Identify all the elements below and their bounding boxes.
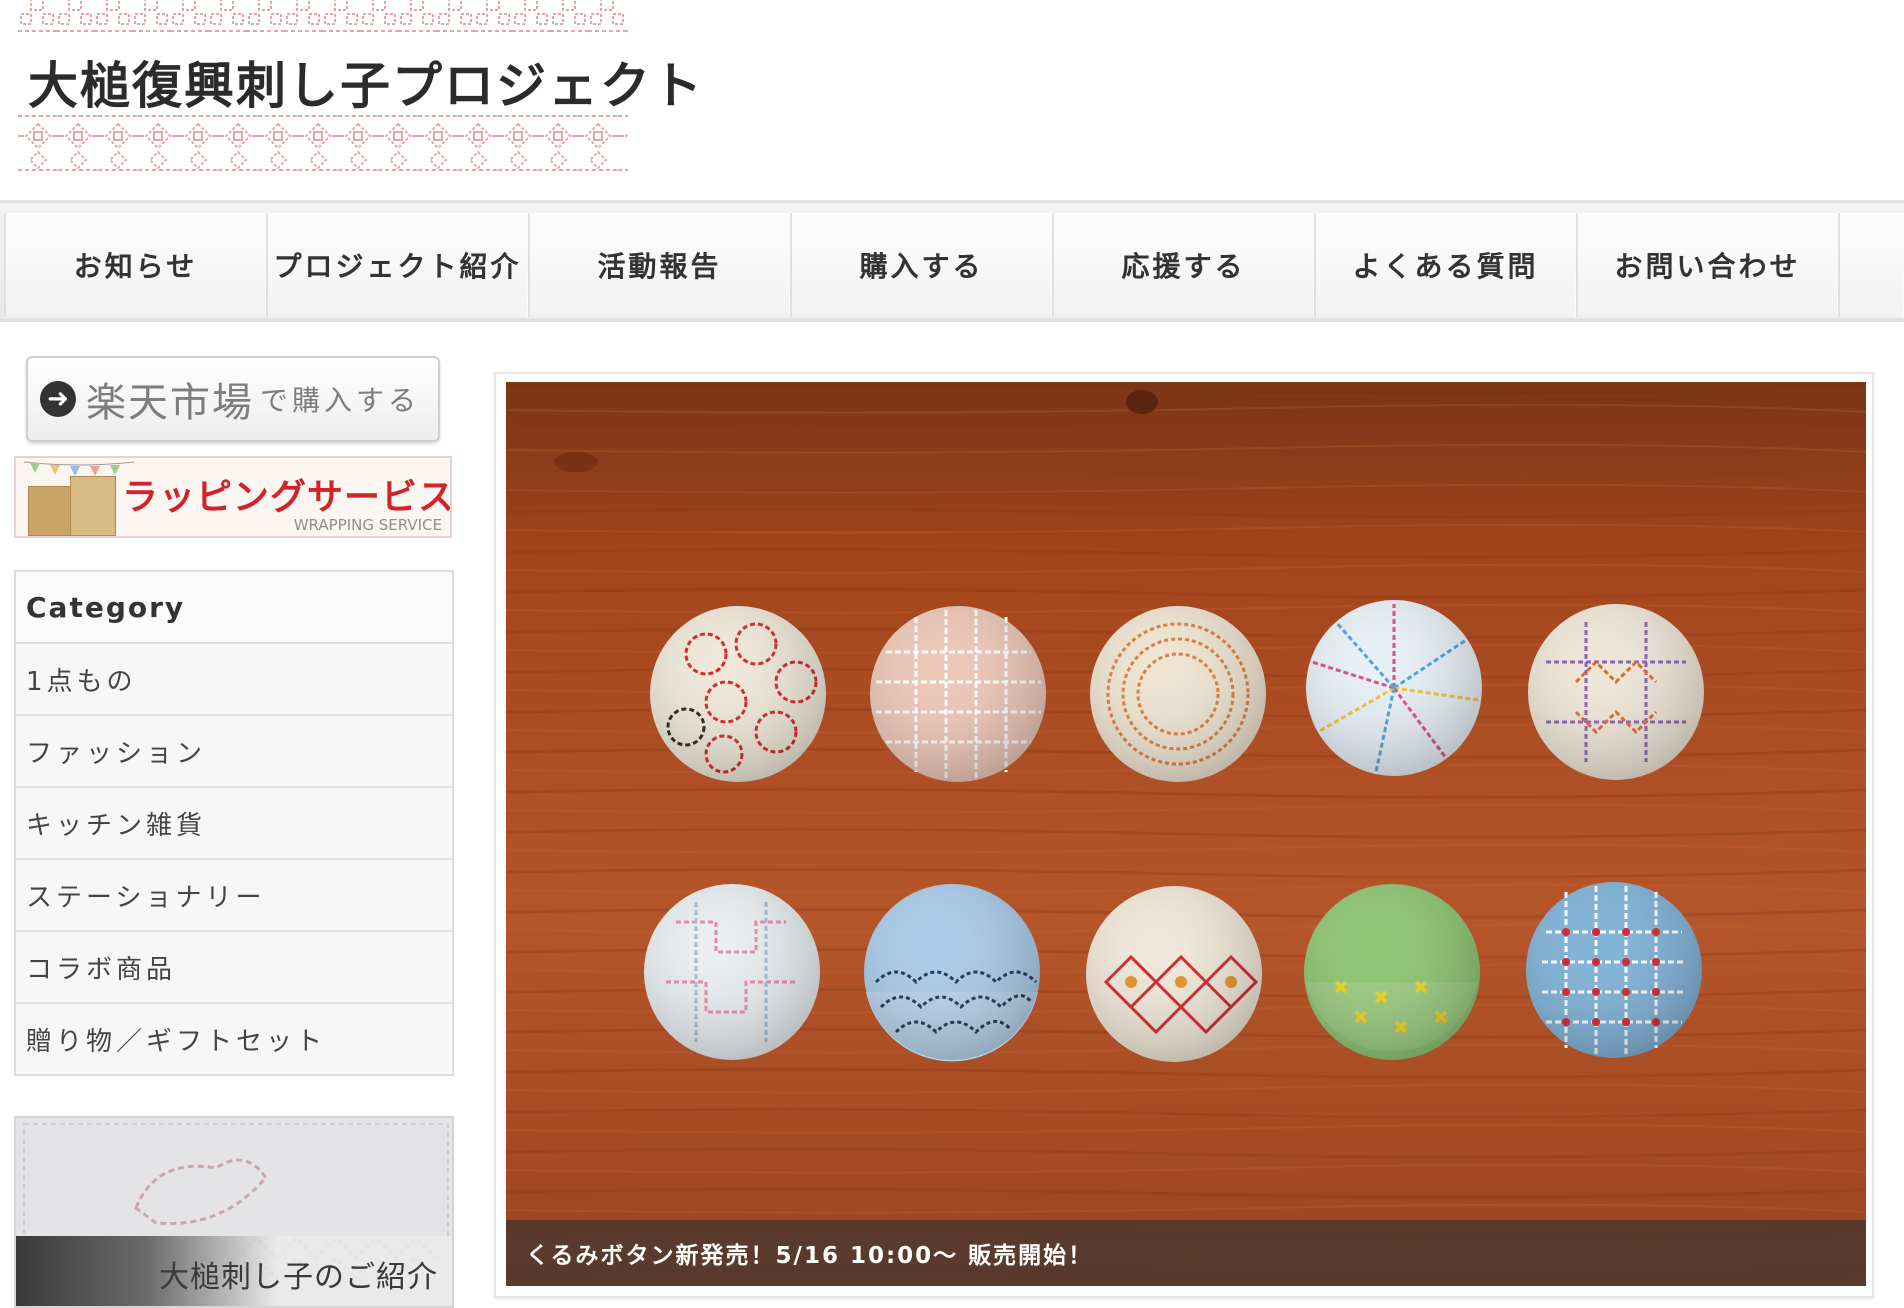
button-apples (650, 606, 826, 782)
rakuten-sublabel: で購入する (260, 384, 421, 417)
button-purple-orange (1528, 604, 1704, 780)
rakuten-label: 楽天市場 (86, 380, 254, 426)
category-item-one-off[interactable]: 1点もの (16, 644, 452, 716)
category-item-gift[interactable]: 贈り物／ギフトセット (16, 1004, 452, 1074)
bunting-flags-icon (24, 461, 134, 476)
arrow-right-icon: ➜ (40, 381, 76, 417)
logo-sashiko-pattern-bottom (18, 112, 628, 174)
main-nav: お知らせ プロジェクト紹介 活動報告 購入する 応援する よくある質問 お問い合… (0, 200, 1904, 322)
nav-item-purchase[interactable]: 購入する (790, 213, 1052, 317)
category-heading: Category (16, 572, 452, 644)
button-pink-lattice (870, 606, 1046, 782)
sashiko-intro-banner[interactable]: 大槌刺し子のご紹介 (14, 1116, 454, 1308)
nav-item-faq[interactable]: よくある質問 (1314, 213, 1576, 317)
nav-item-overflow (1838, 213, 1904, 317)
category-item-kitchen[interactable]: キッチン雑貨 (16, 788, 452, 860)
wrapping-service-banner[interactable]: ラッピングサービス WRAPPING SERVICE (14, 456, 452, 538)
nav-item-activity[interactable]: 活動報告 (528, 213, 790, 317)
category-item-stationery[interactable]: ステーショナリー (16, 860, 452, 932)
rakuten-purchase-button[interactable]: ➜ 楽天市場 で購入する (26, 356, 440, 442)
covered-buttons-photo (506, 382, 1866, 1286)
button-red-diamonds (1086, 886, 1262, 1062)
slide-image[interactable] (506, 382, 1866, 1286)
nav-item-project[interactable]: プロジェクト紹介 (266, 213, 528, 317)
button-concentric-orange (1090, 606, 1266, 782)
button-blue-red-grid (1526, 882, 1702, 1058)
nav-item-contact[interactable]: お問い合わせ (1576, 213, 1838, 317)
button-pink-puzzle (644, 884, 820, 1060)
category-menu: Category 1点もの ファッション キッチン雑貨 ステーショナリー コラボ… (14, 570, 454, 1076)
button-blue-waves (864, 884, 1040, 1062)
wrapping-subtitle: WRAPPING SERVICE (293, 516, 442, 534)
button-green-stars (1304, 884, 1480, 1060)
nav-item-news[interactable]: お知らせ (4, 213, 266, 317)
site-logo[interactable]: 大槌復興刺し子プロジェクト (18, 0, 702, 180)
main-slider: くるみボタン新発売！5/16 10:00〜 販売開始！ (494, 372, 1874, 1298)
gift-bag-icon (70, 476, 116, 536)
intro-banner-caption: 大槌刺し子のご紹介 (159, 1260, 438, 1295)
category-item-collab[interactable]: コラボ商品 (16, 932, 452, 1004)
wrapping-title: ラッピングサービス (122, 477, 452, 518)
category-item-fashion[interactable]: ファッション (16, 716, 452, 788)
slide-caption[interactable]: くるみボタン新発売！5/16 10:00〜 販売開始！ (506, 1220, 1866, 1286)
button-rays-blue (1306, 600, 1482, 776)
nav-item-support[interactable]: 応援する (1052, 213, 1314, 317)
logo-sashiko-pattern-top (18, 0, 628, 36)
site-title: 大槌復興刺し子プロジェクト (28, 57, 704, 115)
